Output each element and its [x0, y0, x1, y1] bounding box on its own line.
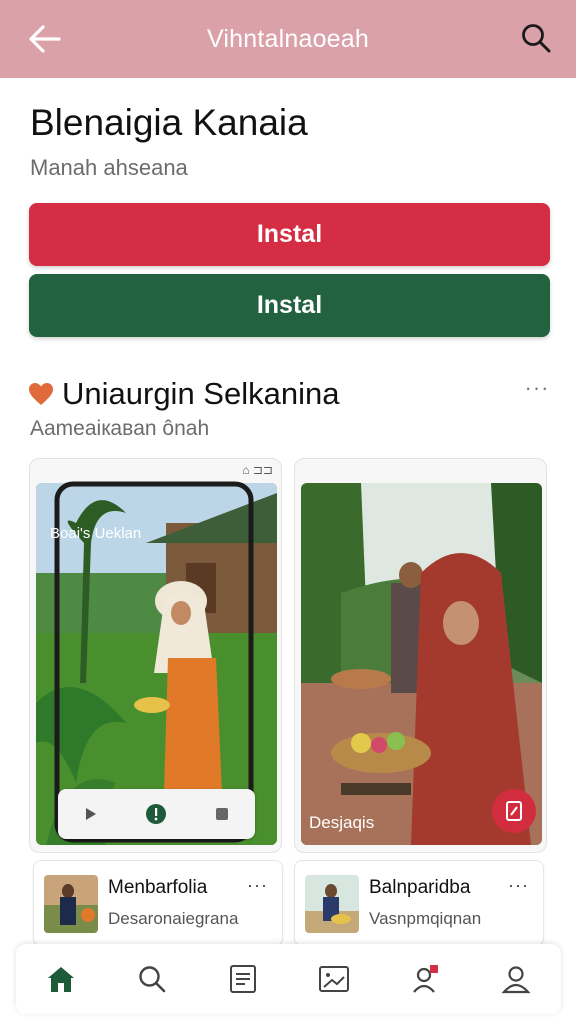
- document-icon[interactable]: [221, 957, 265, 1001]
- record-icon[interactable]: [141, 799, 171, 829]
- channel-name: Balnparidba: [369, 877, 471, 898]
- channel-item-left[interactable]: Menbarfolia Desaronaiegrana ···: [33, 860, 283, 946]
- channel-thumbnail: [44, 875, 98, 933]
- play-icon[interactable]: [76, 799, 106, 829]
- channel-item-right[interactable]: Balnparidba Vasnpmqiqnan ···: [294, 860, 544, 946]
- channel-thumbnail: [305, 875, 359, 933]
- card-overlay-title: Boai's Ueklan: [50, 525, 142, 542]
- notification-user-icon[interactable]: [403, 957, 447, 1001]
- heart-icon: [29, 383, 53, 405]
- channel-name: Menbarfolia: [108, 877, 208, 898]
- install-button-secondary[interactable]: Instal: [29, 274, 550, 337]
- profile-icon[interactable]: [494, 957, 538, 1001]
- media-card-right[interactable]: Desjaqis: [294, 458, 547, 853]
- more-options-icon[interactable]: ···: [524, 377, 550, 404]
- channel-desc: Vasnpmqiqnan: [369, 909, 482, 928]
- app-title: Blenaigia Kanaia: [30, 102, 308, 143]
- channel-desc: Desaronaiegrana: [108, 909, 239, 928]
- media-card-left[interactable]: ⌂ ⊐⊐ Boai's Ueklan: [29, 458, 282, 853]
- section-subtitle: Aameaiкaвan ônah: [30, 417, 210, 440]
- card-badge: ⌂ ⊐⊐: [242, 463, 273, 477]
- stop-icon[interactable]: [207, 799, 237, 829]
- arrow-left-icon[interactable]: [26, 22, 62, 56]
- app-screen: Vihntalnaoeah Blenaigia Kanaia Manah ahs…: [0, 0, 576, 1024]
- more-options-icon[interactable]: ···: [247, 875, 268, 896]
- gallery-icon[interactable]: [312, 957, 356, 1001]
- bookmark-icon[interactable]: [492, 789, 536, 833]
- bottom-navigation: [16, 944, 561, 1014]
- install-button-primary[interactable]: Instal: [29, 203, 550, 266]
- app-subtitle: Manah ahseana: [30, 155, 188, 180]
- search-icon[interactable]: [518, 20, 554, 56]
- card-caption: Desjaqis: [309, 813, 375, 832]
- home-icon[interactable]: [39, 957, 83, 1001]
- section-title: Uniaurgin Selkanina: [62, 376, 340, 411]
- search-icon[interactable]: [130, 957, 174, 1001]
- top-app-bar: Vihntalnaoeah: [0, 0, 576, 78]
- media-controls: [58, 789, 255, 839]
- section-header: Uniaurgin Selkanina: [28, 376, 339, 412]
- header-title: Vihntalnaoeah: [206, 24, 369, 53]
- more-options-icon[interactable]: ···: [508, 875, 529, 896]
